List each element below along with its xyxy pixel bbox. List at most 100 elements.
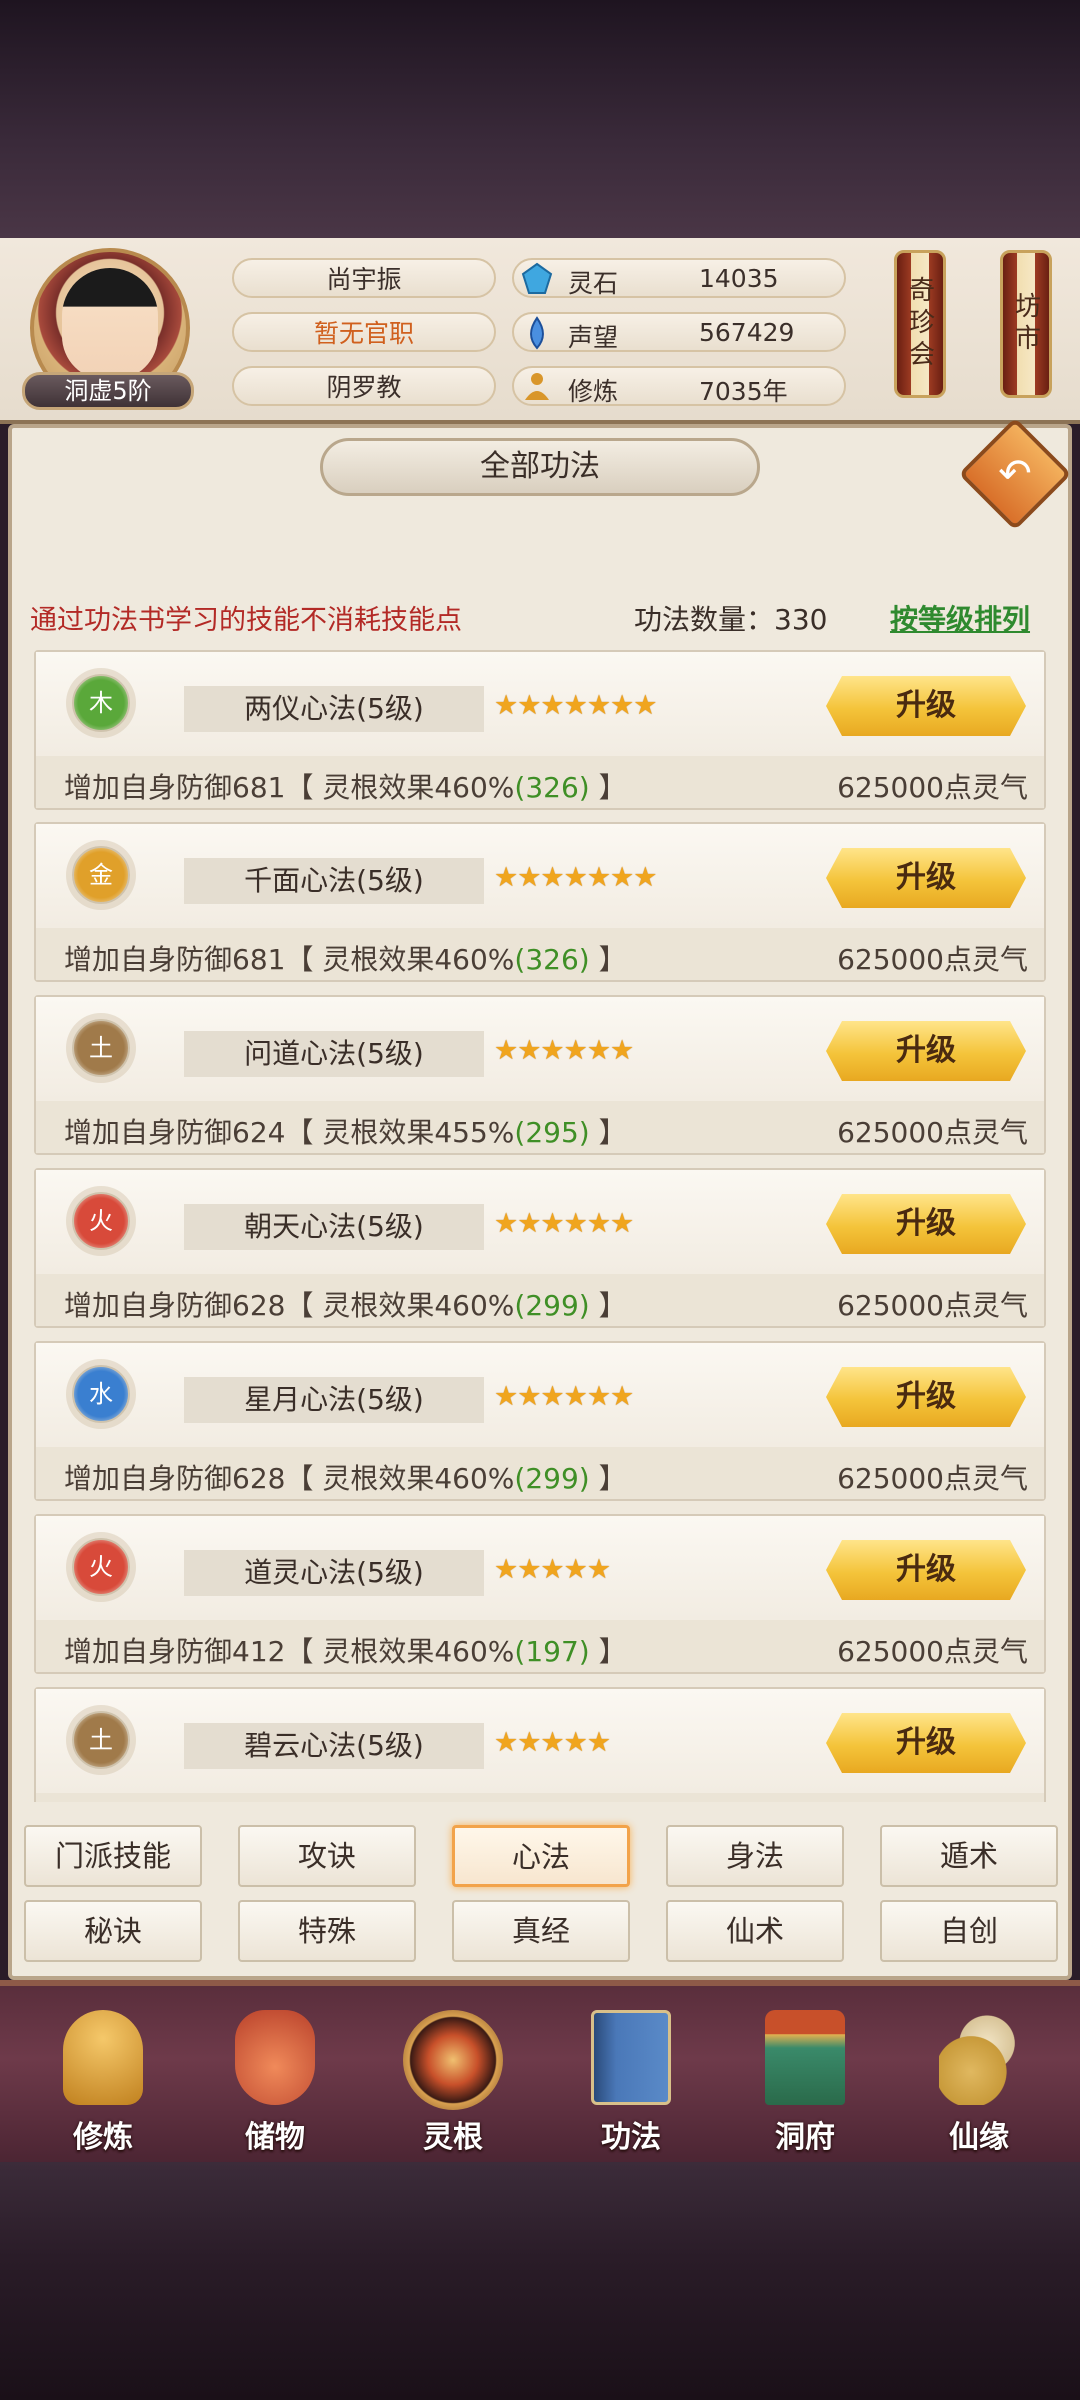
tab-self-created[interactable]: 自创 bbox=[880, 1900, 1058, 1962]
skill-name: 两仪心法(5级) bbox=[184, 686, 484, 732]
qizhen-hui-button[interactable]: 奇珍会 bbox=[894, 250, 946, 398]
rank-plate: 洞虚5阶 bbox=[22, 372, 194, 410]
nav-label: 修炼 bbox=[73, 2120, 133, 2155]
star-rating: ★★★★★ bbox=[494, 1727, 611, 1758]
storage-bag-icon bbox=[235, 2010, 315, 2105]
skill-card: 土 碧云心法(5级) ★★★★★ 升级 bbox=[34, 1687, 1046, 1802]
sort-by-level-link[interactable]: 按等级排列 bbox=[890, 598, 1030, 638]
spirit-stone-icon bbox=[521, 262, 553, 294]
upgrade-button[interactable]: 升级 bbox=[826, 1367, 1026, 1427]
skill-card: 火 道灵心法(5级) ★★★★★ 升级 增加自身防御412【 灵根效果460%(… bbox=[34, 1514, 1046, 1674]
skill-card: 土 问道心法(5级) ★★★★★★ 升级 增加自身防御624【 灵根效果455%… bbox=[34, 995, 1046, 1155]
element-icon: 水 bbox=[72, 1365, 130, 1423]
nav-cave-mansion[interactable]: 洞府 bbox=[730, 2000, 880, 2155]
element-icon: 金 bbox=[72, 846, 130, 904]
element-icon: 火 bbox=[72, 1538, 130, 1596]
tab-sect-skills[interactable]: 门派技能 bbox=[24, 1825, 202, 1887]
skill-cost: 625000点灵气 bbox=[837, 943, 1028, 976]
skill-list[interactable]: 木 两仪心法(5级) ★★★★★★★ 升级 增加自身防御681【 灵根效果460… bbox=[34, 650, 1046, 1802]
player-official-title: 暂无官职 bbox=[232, 312, 496, 352]
tab-attack[interactable]: 攻诀 bbox=[238, 1825, 416, 1887]
reputation-icon bbox=[530, 316, 544, 350]
player-name: 尚宇振 bbox=[232, 258, 496, 298]
resource-label: 修炼 bbox=[568, 377, 619, 406]
element-icon: 土 bbox=[72, 1711, 130, 1769]
upgrade-button[interactable]: 升级 bbox=[826, 848, 1026, 908]
tab-secret[interactable]: 秘诀 bbox=[24, 1900, 202, 1962]
resource-cultivation: 修炼 7035年 bbox=[512, 366, 846, 406]
resource-value: 567429 bbox=[699, 318, 795, 347]
skill-description: 增加自身防御681【 灵根效果460%(326) 】 bbox=[64, 943, 627, 976]
nav-label: 功法 bbox=[601, 2120, 661, 2155]
nav-label: 灵根 bbox=[423, 2120, 483, 2155]
tab-immortal-art[interactable]: 仙术 bbox=[666, 1900, 844, 1962]
skill-cost: 625000点灵气 bbox=[837, 1289, 1028, 1322]
upgrade-button[interactable]: 升级 bbox=[826, 1540, 1026, 1600]
nav-cultivation[interactable]: 修炼 bbox=[28, 2000, 178, 2155]
element-icon: 火 bbox=[72, 1192, 130, 1250]
skill-cost: 625000点灵气 bbox=[837, 1462, 1028, 1495]
nav-label: 洞府 bbox=[775, 2120, 835, 2155]
back-arrow-icon[interactable]: ↶ bbox=[975, 434, 1055, 514]
element-icon: 木 bbox=[72, 674, 130, 732]
bottom-dark-band bbox=[0, 2162, 1080, 2400]
skill-hint-text: 通过功法书学习的技能不消耗技能点 bbox=[30, 605, 462, 636]
star-rating: ★★★★★ bbox=[494, 1554, 611, 1585]
element-icon: 土 bbox=[72, 1019, 130, 1077]
skill-name: 道灵心法(5级) bbox=[184, 1550, 484, 1596]
skill-name: 星月心法(5级) bbox=[184, 1377, 484, 1423]
star-rating: ★★★★★★ bbox=[494, 1208, 634, 1239]
upgrade-button[interactable]: 升级 bbox=[826, 1021, 1026, 1081]
nav-skills[interactable]: 功法 bbox=[556, 2000, 706, 2155]
skill-cost: 625000点灵气 bbox=[837, 771, 1028, 804]
tab-true-scripture[interactable]: 真经 bbox=[452, 1900, 630, 1962]
skill-description: 增加自身防御628【 灵根效果460%(299) 】 bbox=[64, 1462, 627, 1495]
fangshi-button[interactable]: 坊市 bbox=[1000, 250, 1052, 398]
nav-immortal-fate[interactable]: 仙缘 bbox=[904, 2000, 1054, 2155]
avatar[interactable] bbox=[62, 268, 158, 380]
upgrade-button[interactable]: 升级 bbox=[826, 1713, 1026, 1773]
upgrade-button[interactable]: 升级 bbox=[826, 676, 1026, 736]
skill-name: 千面心法(5级) bbox=[184, 858, 484, 904]
skill-name: 问道心法(5级) bbox=[184, 1031, 484, 1077]
skill-card: 木 两仪心法(5级) ★★★★★★★ 升级 增加自身防御681【 灵根效果460… bbox=[34, 650, 1046, 810]
skill-card: 金 千面心法(5级) ★★★★★★★ 升级 增加自身防御681【 灵根效果460… bbox=[34, 822, 1046, 982]
skill-name: 朝天心法(5级) bbox=[184, 1204, 484, 1250]
resource-value: 7035年 bbox=[699, 377, 788, 406]
tab-escape-art[interactable]: 遁术 bbox=[880, 1825, 1058, 1887]
skill-description: 增加自身防御628【 灵根效果460%(299) 】 bbox=[64, 1289, 627, 1322]
player-sect: 阴罗教 bbox=[232, 366, 496, 406]
resource-label: 灵石 bbox=[568, 269, 619, 298]
skill-description: 增加自身防御412【 灵根效果460%(197) 】 bbox=[64, 1635, 627, 1668]
resource-spirit-stone: 灵石 14035 bbox=[512, 258, 846, 298]
skill-description: 增加自身防御681【 灵根效果460%(326) 】 bbox=[64, 771, 627, 804]
resource-value: 14035 bbox=[699, 264, 779, 293]
top-dark-band bbox=[0, 0, 1080, 238]
skill-cost: 625000点灵气 bbox=[837, 1635, 1028, 1668]
skill-book-icon bbox=[591, 2010, 671, 2105]
upgrade-button[interactable]: 升级 bbox=[826, 1194, 1026, 1254]
skill-card: 火 朝天心法(5级) ★★★★★★ 升级 增加自身防御628【 灵根效果460%… bbox=[34, 1168, 1046, 1328]
skill-name: 碧云心法(5级) bbox=[184, 1723, 484, 1769]
nav-label: 储物 bbox=[245, 2120, 305, 2155]
resource-reputation: 声望 567429 bbox=[512, 312, 846, 352]
panel-title: 全部功法 bbox=[320, 438, 760, 496]
resource-label: 声望 bbox=[568, 323, 619, 352]
meditation-icon bbox=[525, 373, 549, 400]
star-rating: ★★★★★★★ bbox=[494, 690, 657, 721]
immortal-fate-icon bbox=[939, 2010, 1019, 2105]
skill-count: 功法数量：330 bbox=[634, 603, 828, 636]
tab-body-method[interactable]: 身法 bbox=[666, 1825, 844, 1887]
tab-special[interactable]: 特殊 bbox=[238, 1900, 416, 1962]
star-rating: ★★★★★★★ bbox=[494, 862, 657, 893]
nav-storage[interactable]: 储物 bbox=[200, 2000, 350, 2155]
cave-mansion-icon bbox=[765, 2010, 845, 2105]
skill-description: 增加自身防御624【 灵根效果455%(295) 】 bbox=[64, 1116, 627, 1149]
tab-mind-method[interactable]: 心法 bbox=[452, 1825, 630, 1887]
skill-card: 水 星月心法(5级) ★★★★★★ 升级 增加自身防御628【 灵根效果460%… bbox=[34, 1341, 1046, 1501]
star-rating: ★★★★★★ bbox=[494, 1035, 634, 1066]
nav-spirit-root[interactable]: 灵根 bbox=[378, 2000, 528, 2155]
star-rating: ★★★★★★ bbox=[494, 1381, 634, 1412]
skill-cost: 625000点灵气 bbox=[837, 1116, 1028, 1149]
cultivation-icon bbox=[63, 2010, 143, 2105]
